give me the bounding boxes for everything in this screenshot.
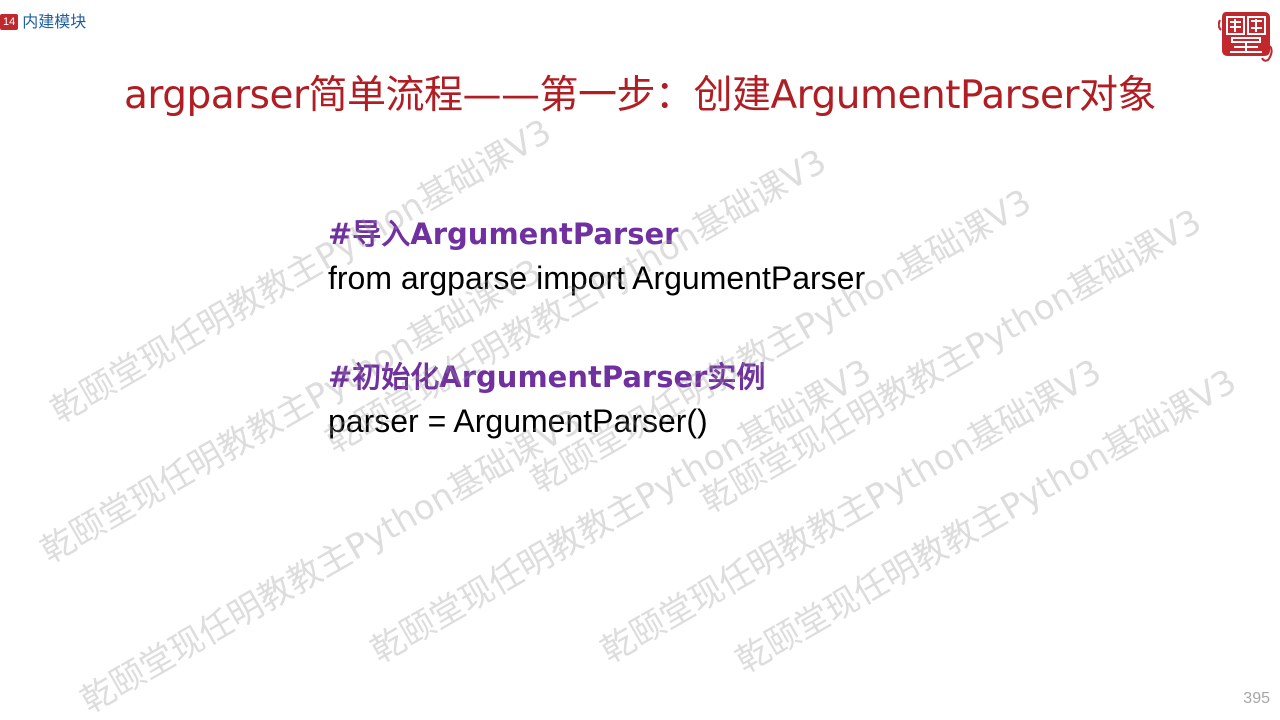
seal-logo-icon — [1217, 12, 1273, 62]
code-line: from argparse import ArgumentParser — [328, 260, 866, 296]
code-block-init: #初始化ArgumentParser实例 parser = ArgumentPa… — [328, 355, 1088, 443]
code-comment: #初始化ArgumentParser实例 — [328, 360, 766, 394]
section-number-badge: 14 — [0, 14, 19, 30]
code-comment: #导入ArgumentParser — [328, 217, 679, 251]
slide: 14 内建模块 argparser简单流程——第一步：创建ArgumentPar… — [0, 0, 1280, 720]
page-title: argparser简单流程——第一步：创建ArgumentParser对象 — [123, 73, 1157, 118]
code-block-import: #导入ArgumentParser from argparse import A… — [328, 212, 1088, 300]
section-tag: 14 内建模块 — [0, 11, 86, 33]
logo-seal — [1217, 6, 1274, 62]
page-number: 395 — [1243, 690, 1270, 707]
section-title: 内建模块 — [22, 12, 87, 31]
code-line: parser = ArgumentParser() — [328, 403, 708, 439]
watermark-text: 乾颐堂现任明教教主Python基础课V3 — [74, 401, 589, 720]
